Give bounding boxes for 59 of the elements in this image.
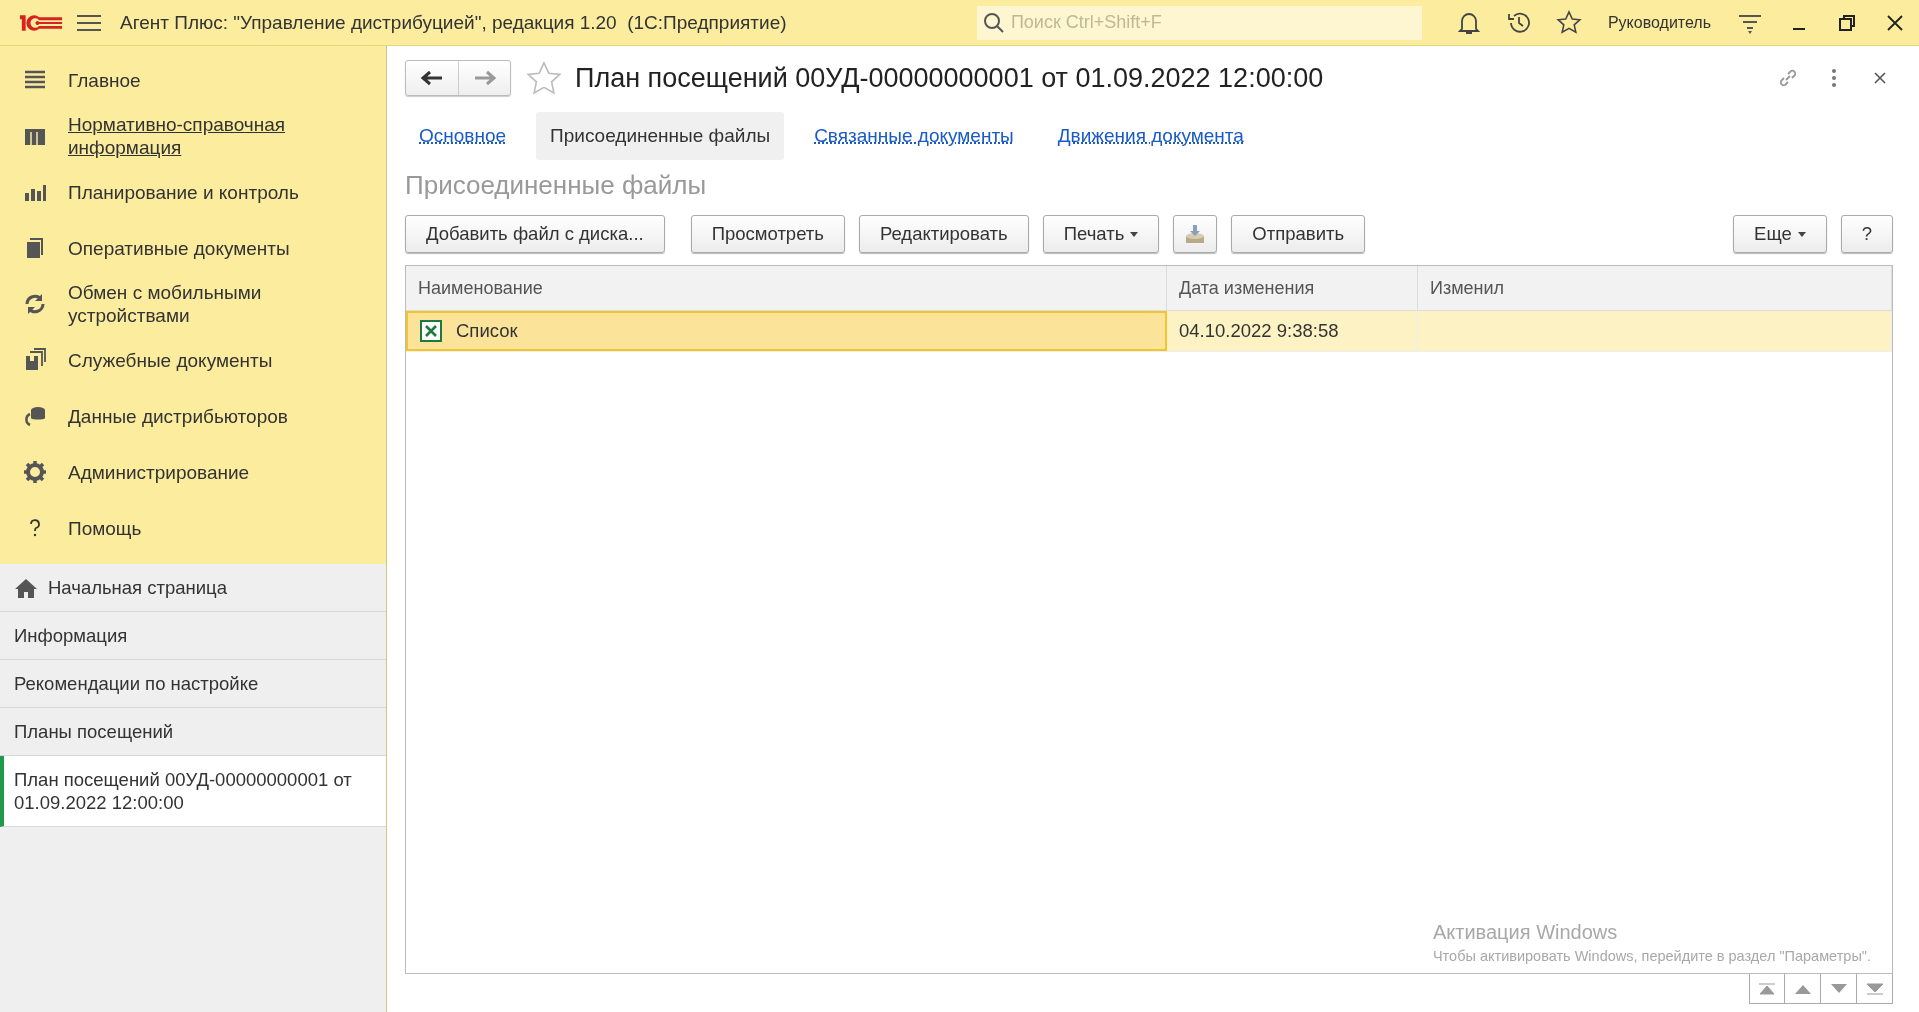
column-header[interactable]: Изменил xyxy=(1418,266,1892,310)
star-icon[interactable] xyxy=(525,60,563,96)
column-header[interactable]: Наименование xyxy=(406,266,1167,310)
table-row[interactable]: Список 04.10.2022 9:38:58 xyxy=(406,311,1892,352)
toolbar-button[interactable]: Отправить xyxy=(1231,215,1366,253)
restore-icon[interactable] xyxy=(1837,12,1857,33)
open-window-item[interactable]: Рекомендации по настройке xyxy=(0,660,386,708)
section-item[interactable]: Обмен с мобильными устройствами xyxy=(68,281,376,327)
bar-down-icon xyxy=(1865,982,1884,995)
menu-icon[interactable] xyxy=(76,12,102,33)
caret-icon xyxy=(1130,231,1139,237)
section-item[interactable]: Администрирование xyxy=(68,460,250,484)
window-title: Агент Плюс: "Управление дистрибуцией", редакция 1.20 (1С:Предприятие) xyxy=(120,11,788,34)
section-item[interactable]: Оперативные документы xyxy=(68,236,290,260)
section-item[interactable]: Планирование и контроль xyxy=(68,180,299,204)
open-window-item[interactable]: Информация xyxy=(0,612,386,660)
arrow-right-icon xyxy=(472,70,497,86)
caret-icon xyxy=(1797,231,1806,237)
scroll-down-button[interactable] xyxy=(1821,974,1857,1004)
table-cell: 04.10.2022 9:38:58 xyxy=(1167,311,1418,351)
search-input[interactable]: Поиск Ctrl+Shift+F xyxy=(1008,11,1422,34)
scroll-top-button[interactable] xyxy=(1749,974,1785,1004)
section-item[interactable]: Главное xyxy=(68,68,141,92)
activation-notice-text: Чтобы активировать Windows, перейдите в раздел "Параметры". xyxy=(1432,948,1871,964)
settings-icon xyxy=(22,459,48,485)
home-icon xyxy=(14,576,38,599)
spreadsheet-icon xyxy=(420,320,442,342)
section-item[interactable]: Помощь xyxy=(68,516,142,540)
tab[interactable]: Движения документа xyxy=(1043,112,1258,160)
bar-up-icon xyxy=(1758,982,1776,995)
search-field[interactable]: Поиск Ctrl+Shift+F xyxy=(976,5,1422,40)
open-window-item[interactable]: Начальная страница xyxy=(0,564,386,612)
dropdown-button[interactable]: Печать xyxy=(1042,215,1160,253)
scroll-up-button[interactable] xyxy=(1785,974,1821,1004)
section-item[interactable]: Данные дистрибьюторов xyxy=(68,404,288,428)
activation-notice-title: Активация Windows xyxy=(1432,921,1619,944)
toolbar-button[interactable]: Редактировать xyxy=(858,215,1029,253)
tab[interactable]: Присоединенные файлы xyxy=(536,112,785,160)
section-item[interactable]: Служебные документы xyxy=(68,348,273,372)
document-title: План посещений 00УД-00000000001 от 01.09.2022 12:00:00 xyxy=(575,62,1325,94)
scroll-bottom-button[interactable] xyxy=(1857,974,1893,1004)
toolbar-button[interactable]: ? xyxy=(1840,215,1893,253)
table-cell: Список xyxy=(456,320,518,342)
star-icon[interactable] xyxy=(1555,9,1582,36)
dropdown-button[interactable]: Еще xyxy=(1733,215,1827,253)
user-name[interactable]: Руководитель xyxy=(1607,13,1711,32)
tab[interactable]: Связанные документы xyxy=(800,112,1028,160)
toolbar-button[interactable]: Добавить файл с диска... xyxy=(405,215,665,253)
close-icon[interactable] xyxy=(1885,12,1905,33)
arrow-left-icon xyxy=(420,70,444,86)
column-header[interactable]: Дата изменения xyxy=(1167,266,1418,310)
section-link[interactable]: Нормативно-справочная информация xyxy=(68,113,376,159)
section-title: Присоединенные файлы xyxy=(405,170,708,201)
toolbar-button[interactable]: Просмотреть xyxy=(690,215,845,253)
open-window-item[interactable]: План посещений 00УД-00000000001 от 01.09.2022 12:00:00 xyxy=(0,756,386,827)
search-icon xyxy=(982,11,1005,34)
send-button[interactable] xyxy=(1173,215,1218,253)
tab[interactable]: Основное xyxy=(405,112,521,160)
triangle-down-icon xyxy=(1829,982,1848,995)
